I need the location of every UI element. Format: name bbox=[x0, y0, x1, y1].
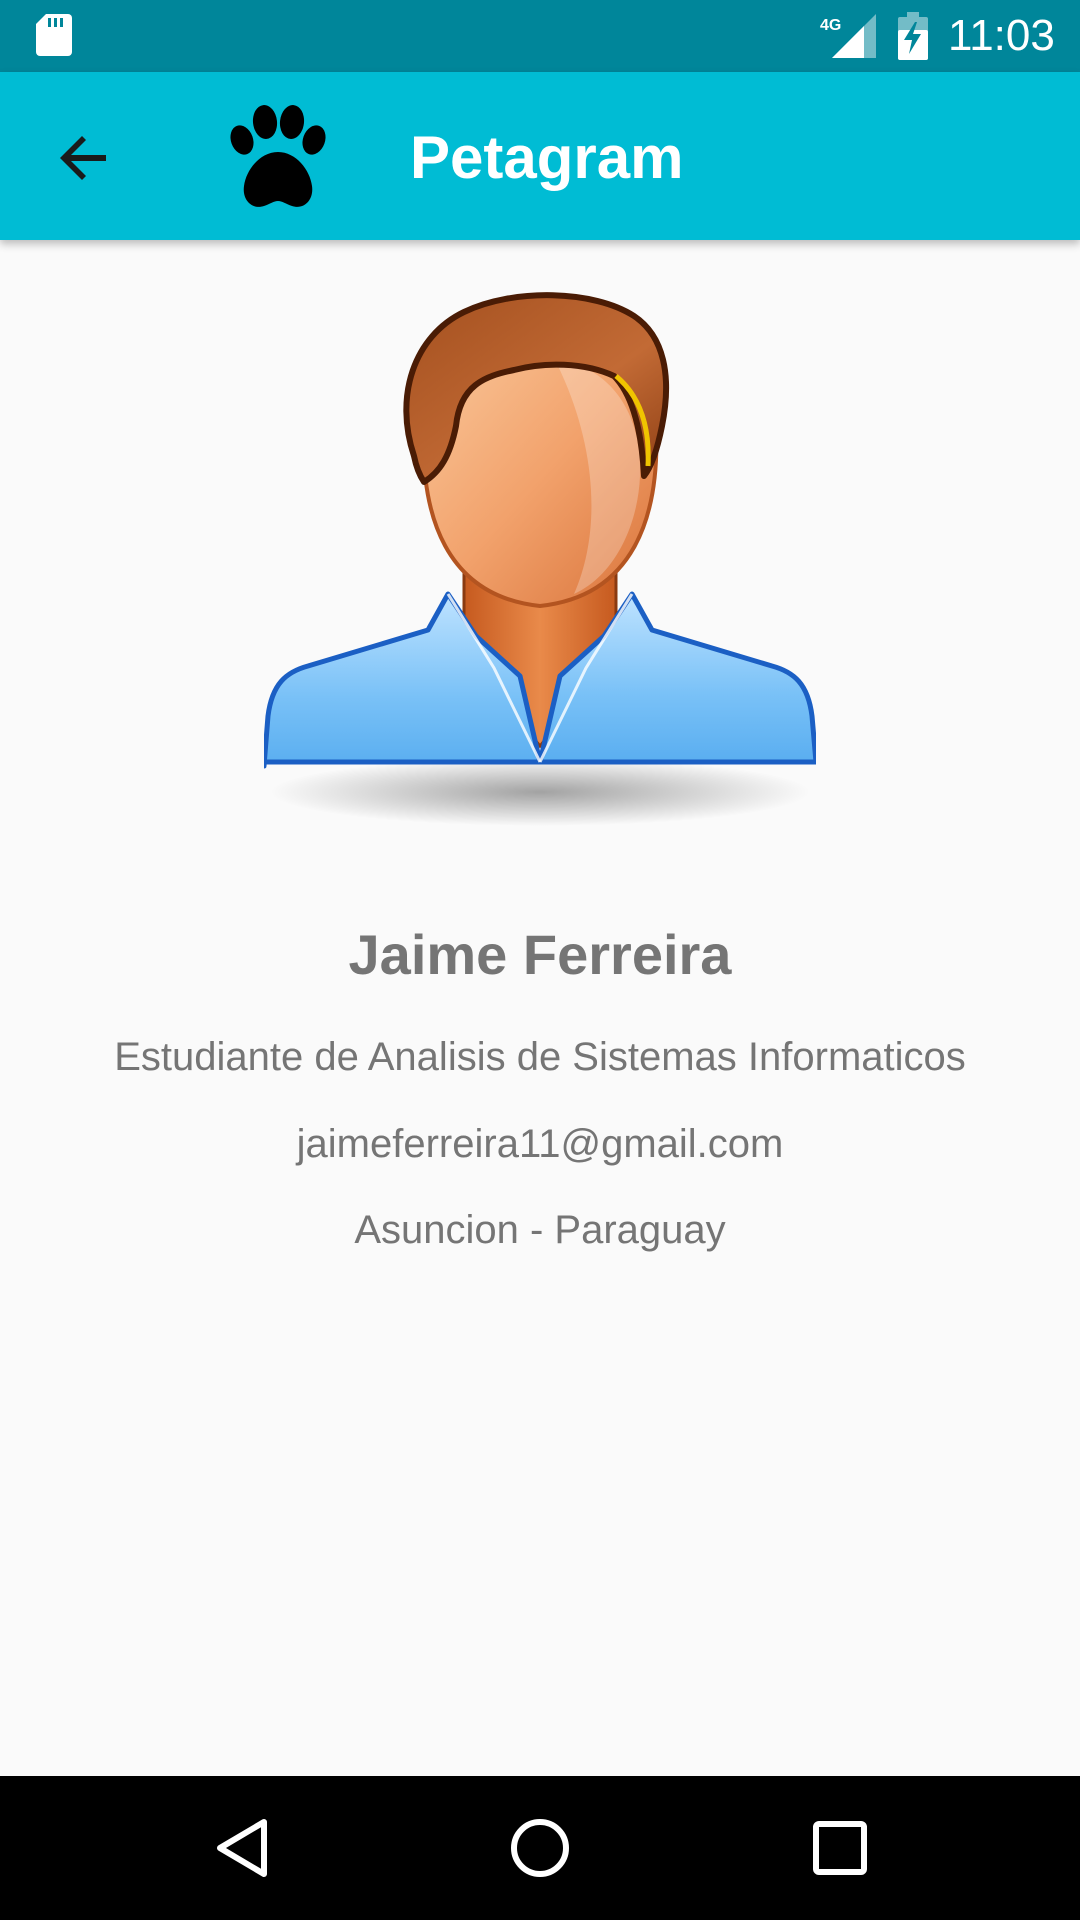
paw-icon bbox=[230, 105, 326, 207]
nav-back-icon[interactable] bbox=[206, 1812, 278, 1884]
signal-4g-icon: 4G bbox=[820, 14, 876, 58]
nav-recents-icon[interactable] bbox=[804, 1812, 876, 1884]
nav-home-icon[interactable] bbox=[504, 1812, 576, 1884]
status-clock: 11:03 bbox=[948, 11, 1055, 60]
back-arrow-icon[interactable] bbox=[48, 122, 120, 194]
profile-name: Jaime Ferreira bbox=[348, 923, 732, 986]
profile-screen: 4G 11:03 Petagram Jaime Ferreira Estudia… bbox=[0, 0, 1080, 1920]
app-bar: Petagram bbox=[0, 72, 1080, 240]
profile-location: Asuncion - Paraguay bbox=[354, 1208, 726, 1252]
sd-card-icon bbox=[36, 14, 72, 56]
navigation-bar bbox=[0, 1776, 1080, 1920]
person-avatar-icon bbox=[264, 292, 816, 826]
profile-email: jaimeferreira11@gmail.com bbox=[296, 1122, 784, 1166]
battery-charging-icon bbox=[898, 12, 928, 60]
profile-occupation: Estudiante de Analisis de Sistemas Infor… bbox=[114, 1035, 966, 1079]
network-type-label: 4G bbox=[820, 17, 841, 34]
app-title: Petagram bbox=[410, 124, 684, 191]
status-bar: 4G 11:03 bbox=[0, 0, 1080, 72]
